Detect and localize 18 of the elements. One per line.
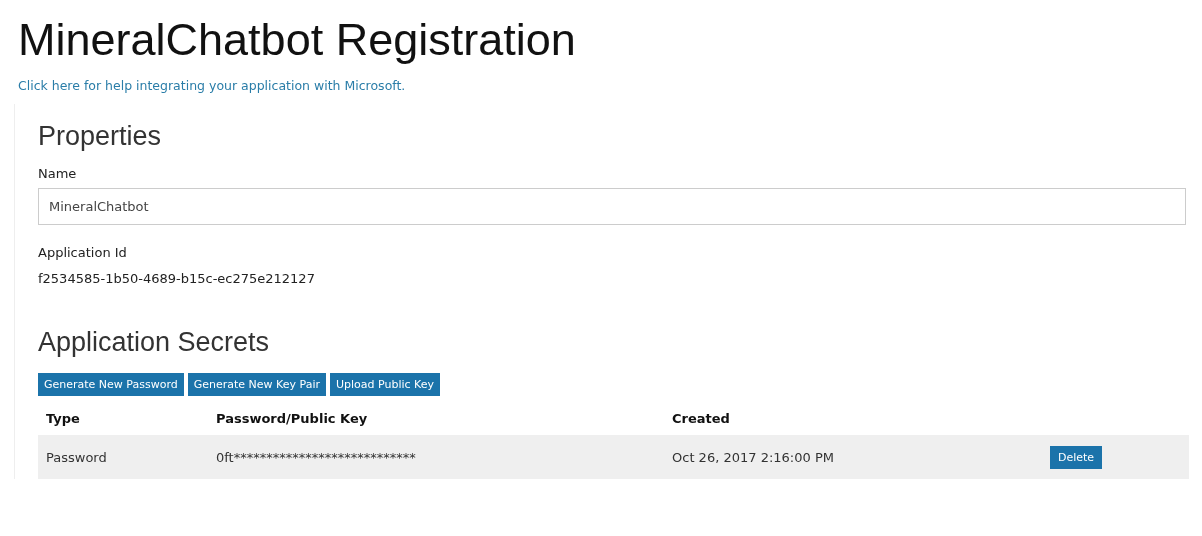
action-button[interactable]: Generate New Key Pair bbox=[187, 373, 326, 396]
application-id: f2534585-1b50-4689-b15c-ec275e212127 bbox=[38, 271, 316, 286]
name-field[interactable]: MineralChatbot bbox=[38, 188, 1186, 225]
help-link[interactable]: Click here for help integrating your application with Microsoft. bbox=[18, 78, 406, 93]
page-title: MineralChatbot Registration bbox=[18, 13, 577, 67]
section-heading: Properties bbox=[38, 120, 163, 153]
field-label: Name bbox=[38, 166, 78, 181]
table-cell-text: Password bbox=[46, 449, 108, 465]
column-header: Type bbox=[46, 411, 81, 426]
column-header: Password/Public Key bbox=[216, 411, 369, 426]
action-button[interactable]: Generate New Password bbox=[38, 373, 184, 396]
table-cell-text: Oct 26, 2017 2:16:00 PM bbox=[672, 449, 835, 465]
column-header: Created bbox=[672, 411, 731, 426]
table-cell-text: 0ft**************************** bbox=[216, 449, 417, 465]
field-label: Application Id bbox=[38, 245, 128, 260]
delete-button[interactable]: Delete bbox=[1050, 445, 1103, 469]
action-button[interactable]: Upload Public Key bbox=[330, 373, 441, 396]
section-heading: Application Secrets bbox=[38, 326, 271, 359]
